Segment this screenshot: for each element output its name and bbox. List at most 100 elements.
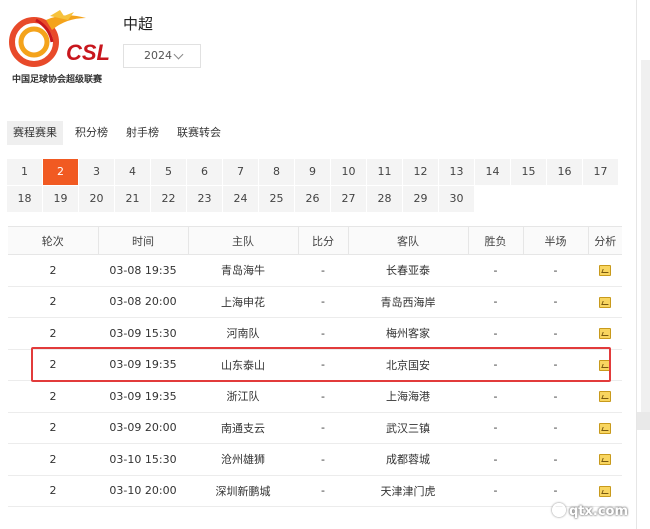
away-team[interactable]: 上海海港	[348, 380, 468, 413]
score-cell: -	[298, 475, 348, 507]
round-selector: 1 2 3 4 5 6 7 8 9 10 11 12 13 14 15 16 17 18 19 20 21 22 23 24…	[7, 159, 621, 213]
right-scrollbar[interactable]	[636, 0, 650, 529]
home-team[interactable]: 深圳新鹏城	[188, 475, 298, 507]
tab-transfers[interactable]: 联赛转会	[171, 121, 227, 145]
season-select[interactable]: 2024	[123, 44, 201, 68]
season-value: 2024	[144, 49, 172, 62]
halftime-cell: -	[523, 254, 588, 287]
round-button[interactable]: 16	[547, 159, 582, 185]
round-button[interactable]: 3	[79, 159, 114, 185]
tab-scorers[interactable]: 射手榜	[120, 121, 165, 145]
round-button[interactable]: 17	[583, 159, 618, 185]
result-cell: -	[468, 475, 523, 507]
result-cell: -	[468, 412, 523, 444]
round-button[interactable]: 1	[7, 159, 42, 185]
col-halftime: 半场	[523, 226, 589, 255]
round-button[interactable]: 30	[439, 186, 474, 212]
table-row[interactable]: 2 03-08 19:35 青岛海牛 - 长春亚泰 - -	[8, 254, 622, 287]
home-team[interactable]: 上海申花	[188, 286, 298, 318]
result-cell: -	[468, 286, 523, 318]
svg-text:CSL: CSL	[66, 40, 110, 65]
away-team[interactable]: 青岛西海岸	[348, 286, 468, 318]
time-cell: 03-10 20:00	[98, 475, 188, 507]
round-button[interactable]: 11	[367, 159, 402, 185]
round-button[interactable]: 28	[367, 186, 402, 212]
analysis-chart-icon[interactable]	[599, 391, 611, 403]
round-button[interactable]: 21	[115, 186, 150, 212]
round-button[interactable]: 8	[259, 159, 294, 185]
halftime-cell: -	[523, 475, 588, 507]
round-button[interactable]: 12	[403, 159, 438, 185]
round-button[interactable]: 29	[403, 186, 438, 212]
scrollbar-thumb[interactable]	[637, 412, 650, 430]
away-team[interactable]: 成都蓉城	[348, 443, 468, 476]
home-team[interactable]: 南通支云	[188, 412, 298, 444]
time-cell: 03-09 15:30	[98, 317, 188, 350]
page-title: 中超	[123, 15, 154, 33]
table-row[interactable]: 2 03-09 19:35 浙江队 - 上海海港 - -	[8, 380, 622, 413]
analysis-chart-icon[interactable]	[599, 359, 611, 371]
halftime-cell: -	[523, 286, 588, 318]
round-button[interactable]: 18	[7, 186, 42, 212]
analysis-chart-icon[interactable]	[599, 485, 611, 497]
match-table: 轮次 时间 主队 比分 客队 胜负 半场 分析 2 03-08 19:35 青岛海牛…	[8, 226, 622, 507]
away-team[interactable]: 北京国安	[348, 349, 468, 381]
round-button[interactable]: 19	[43, 186, 78, 212]
result-cell: -	[468, 443, 523, 476]
away-team[interactable]: 梅州客家	[348, 317, 468, 350]
analysis-chart-icon[interactable]	[599, 328, 611, 340]
round-cell: 2	[8, 349, 98, 381]
round-button[interactable]: 23	[187, 186, 222, 212]
round-button[interactable]: 24	[223, 186, 258, 212]
round-button[interactable]: 22	[151, 186, 186, 212]
table-row[interactable]: 2 03-09 15:30 河南队 - 梅州客家 - -	[8, 317, 622, 350]
round-button[interactable]: 4	[115, 159, 150, 185]
round-button[interactable]: 10	[331, 159, 366, 185]
round-button[interactable]: 9	[295, 159, 330, 185]
analysis-chart-icon[interactable]	[599, 454, 611, 466]
table-row[interactable]: 2 03-08 20:00 上海申花 - 青岛西海岸 - -	[8, 286, 622, 318]
round-button[interactable]: 6	[187, 159, 222, 185]
analysis-cell	[588, 254, 622, 287]
round-button[interactable]: 2	[43, 159, 78, 185]
round-button[interactable]: 13	[439, 159, 474, 185]
score-cell: -	[298, 254, 348, 287]
away-team[interactable]: 天津津门虎	[348, 475, 468, 507]
round-button[interactable]: 26	[295, 186, 330, 212]
round-button[interactable]: 20	[79, 186, 114, 212]
analysis-chart-icon[interactable]	[599, 296, 611, 308]
round-button[interactable]: 5	[151, 159, 186, 185]
round-button[interactable]: 7	[223, 159, 258, 185]
table-row[interactable]: 2 03-09 19:35 山东泰山 - 北京国安 - -	[8, 349, 622, 381]
col-home: 主队	[188, 226, 299, 255]
time-cell: 03-09 20:00	[98, 412, 188, 444]
home-team[interactable]: 河南队	[188, 317, 298, 350]
result-cell: -	[468, 254, 523, 287]
round-button[interactable]: 27	[331, 186, 366, 212]
score-cell: -	[298, 412, 348, 444]
halftime-cell: -	[523, 349, 588, 381]
csl-emblem-icon: CSL	[9, 10, 110, 67]
round-button[interactable]: 14	[475, 159, 510, 185]
table-row[interactable]: 2 03-10 20:00 深圳新鹏城 - 天津津门虎 - -	[8, 475, 622, 507]
table-row[interactable]: 2 03-10 15:30 沧州雄狮 - 成都蓉城 - -	[8, 443, 622, 476]
round-button[interactable]: 15	[511, 159, 546, 185]
result-cell: -	[468, 317, 523, 350]
analysis-cell	[588, 349, 622, 381]
home-team[interactable]: 沧州雄狮	[188, 443, 298, 476]
chevron-down-icon	[173, 49, 184, 60]
home-team[interactable]: 山东泰山	[188, 349, 298, 381]
home-team[interactable]: 浙江队	[188, 380, 298, 413]
round-button[interactable]: 25	[259, 186, 294, 212]
away-team[interactable]: 武汉三镇	[348, 412, 468, 444]
analysis-cell	[588, 286, 622, 318]
analysis-chart-icon[interactable]	[599, 265, 611, 277]
csl-logo[interactable]: CSL 中国足球协会超级联赛	[6, 8, 114, 85]
tab-schedule[interactable]: 赛程赛果	[7, 121, 63, 145]
table-row[interactable]: 2 03-09 20:00 南通支云 - 武汉三镇 - -	[8, 412, 622, 444]
analysis-chart-icon[interactable]	[599, 422, 611, 434]
away-team[interactable]: 长春亚泰	[348, 254, 468, 287]
home-team[interactable]: 青岛海牛	[188, 254, 298, 287]
col-away: 客队	[348, 226, 469, 255]
tab-standings[interactable]: 积分榜	[69, 121, 114, 145]
